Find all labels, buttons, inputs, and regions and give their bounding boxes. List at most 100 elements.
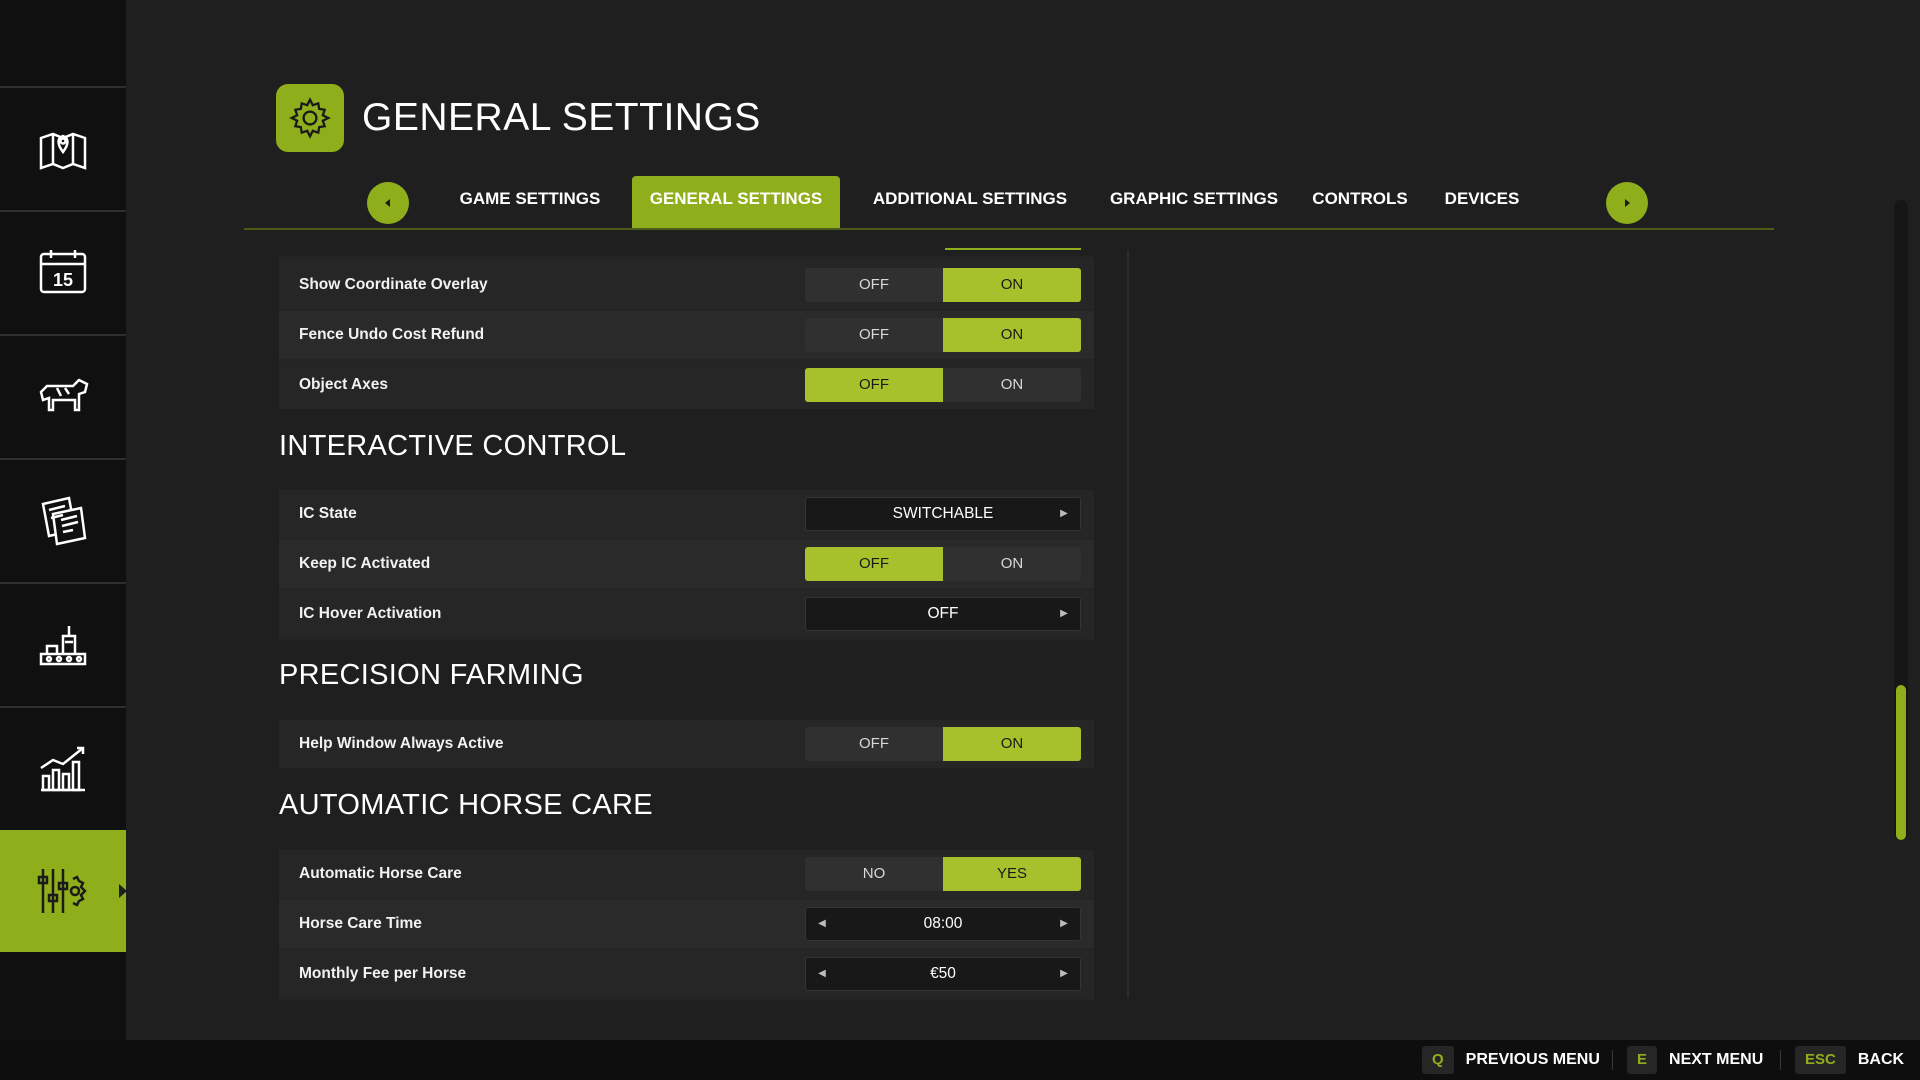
option-off[interactable]: OFF (805, 268, 943, 302)
section-title-automatic-horse-care: AUTOMATIC HORSE CARE (279, 789, 653, 821)
map-icon (39, 132, 87, 170)
arrow-right-icon[interactable]: ▶ (1052, 598, 1076, 630)
row-monthly-fee-per-horse: Monthly Fee per Horse ◀ €50 ▶ (279, 950, 1094, 998)
row-label: Help Window Always Active (299, 735, 504, 752)
row-help-window-always-active: Help Window Always Active OFF ON (279, 720, 1094, 768)
row-label: IC State (299, 505, 357, 522)
sidebar-item-calendar[interactable]: 15 (0, 210, 126, 332)
cow-icon (39, 378, 89, 412)
option-on[interactable]: ON (943, 727, 1081, 761)
sidebar: 15 (0, 0, 127, 1040)
tab-game-settings[interactable]: GAME SETTINGS (450, 176, 610, 228)
hint-previous-menu[interactable]: Q PREVIOUS MENU (1422, 1040, 1600, 1080)
selector-value: €50 (930, 965, 956, 982)
hint-separator (1780, 1050, 1781, 1070)
row-fence-undo-cost-refund: Fence Undo Cost Refund OFF ON (279, 311, 1094, 359)
row-label: Horse Care Time (299, 915, 422, 932)
row-label: Keep IC Activated (299, 555, 431, 572)
row-object-axes: Object Axes OFF ON (279, 361, 1094, 409)
option-off[interactable]: OFF (805, 368, 943, 402)
tab-prev-button[interactable] (367, 182, 409, 224)
arrow-right-icon[interactable]: ▶ (1052, 908, 1076, 940)
selector-value: OFF (927, 605, 959, 622)
tab-devices[interactable]: DEVICES (1440, 176, 1524, 228)
row-label: Fence Undo Cost Refund (299, 326, 485, 343)
sidebar-item-settings[interactable] (0, 830, 127, 952)
selector-horse-care-time[interactable]: ◀ 08:00 ▶ (805, 907, 1081, 941)
row-label: IC Hover Activation (299, 605, 442, 622)
calendar-badge: 15 (53, 270, 73, 290)
option-off[interactable]: OFF (805, 547, 943, 581)
toggle-automatic-horse-care[interactable]: NO YES (805, 857, 1081, 891)
documents-icon (41, 496, 87, 546)
chevron-left-icon (385, 199, 390, 207)
hint-separator (1612, 1050, 1613, 1070)
option-no[interactable]: NO (805, 857, 943, 891)
row-ic-hover-activation: IC Hover Activation OFF ▶ (279, 590, 1094, 638)
option-on[interactable]: ON (943, 368, 1081, 402)
selector-ic-state[interactable]: SWITCHABLE ▶ (805, 497, 1081, 531)
hint-label: PREVIOUS MENU (1465, 1051, 1600, 1068)
tab-additional-settings[interactable]: ADDITIONAL SETTINGS (862, 176, 1078, 228)
hint-label: NEXT MENU (1669, 1051, 1764, 1068)
toggle-show-coordinate-overlay[interactable]: OFF ON (805, 268, 1081, 302)
arrow-left-icon[interactable]: ◀ (810, 958, 834, 990)
row-show-coordinate-overlay: Show Coordinate Overlay OFF ON (279, 261, 1094, 309)
row-automatic-horse-care: Automatic Horse Care NO YES (279, 850, 1094, 898)
scrollbar-thumb[interactable] (1896, 685, 1906, 840)
arrow-right-icon[interactable]: ▶ (1052, 498, 1076, 530)
row-label: Automatic Horse Care (299, 865, 462, 882)
hint-next-menu[interactable]: E NEXT MENU (1627, 1040, 1763, 1080)
sidebar-item-map[interactable] (0, 86, 126, 208)
selector-value: 08:00 (923, 915, 963, 932)
selector-value: SWITCHABLE (892, 505, 994, 522)
row-label: Monthly Fee per Horse (299, 965, 467, 982)
gear-icon (289, 97, 331, 139)
panel-divider (1127, 250, 1129, 998)
toggle-help-window-always-active[interactable]: OFF ON (805, 727, 1081, 761)
row-label: Show Coordinate Overlay (299, 276, 488, 293)
tab-controls[interactable]: CONTROLS (1310, 176, 1410, 228)
option-yes[interactable]: YES (943, 857, 1081, 891)
toggle-fence-undo-cost-refund[interactable]: OFF ON (805, 318, 1081, 352)
option-on[interactable]: ON (943, 318, 1081, 352)
key-q: Q (1422, 1046, 1454, 1074)
section-title-precision-farming: PRECISION FARMING (279, 659, 584, 691)
header-settings-icon (276, 84, 344, 152)
sidebar-item-contracts[interactable] (0, 458, 126, 580)
option-off[interactable]: OFF (805, 727, 943, 761)
key-e: E (1627, 1046, 1658, 1074)
page-title: GENERAL SETTINGS (362, 96, 761, 139)
scrolled-row-remnant (945, 246, 1081, 250)
tab-general-settings[interactable]: GENERAL SETTINGS (632, 176, 840, 228)
production-icon (39, 626, 87, 666)
hint-label: BACK (1857, 1051, 1905, 1068)
tab-graphic-settings[interactable]: GRAPHIC SETTINGS (1108, 176, 1280, 228)
row-label: Object Axes (299, 376, 389, 393)
selector-monthly-fee-per-horse[interactable]: ◀ €50 ▶ (805, 957, 1081, 991)
selector-ic-hover-activation[interactable]: OFF ▶ (805, 597, 1081, 631)
settings-list: Show Coordinate Overlay OFF ON Fence Und… (279, 246, 1094, 1006)
sidebar-item-animals[interactable] (0, 334, 126, 456)
bottom-hint-bar: Q PREVIOUS MENU E NEXT MENU ESC BACK (0, 1040, 1920, 1080)
row-ic-state: IC State SWITCHABLE ▶ (279, 490, 1094, 538)
chart-icon (40, 746, 85, 792)
settings-sliders-icon (37, 869, 87, 913)
calendar-icon: 15 (39, 250, 87, 294)
row-horse-care-time: Horse Care Time ◀ 08:00 ▶ (279, 900, 1094, 948)
toggle-keep-ic-activated[interactable]: OFF ON (805, 547, 1081, 581)
toggle-object-axes[interactable]: OFF ON (805, 368, 1081, 402)
sidebar-item-production[interactable] (0, 582, 126, 704)
tab-bar: GAME SETTINGS GENERAL SETTINGS ADDITIONA… (244, 176, 1774, 230)
arrow-left-icon[interactable]: ◀ (810, 908, 834, 940)
section-title-interactive-control: INTERACTIVE CONTROL (279, 430, 627, 462)
sidebar-item-statistics[interactable] (0, 706, 126, 828)
option-on[interactable]: ON (943, 547, 1081, 581)
row-keep-ic-activated: Keep IC Activated OFF ON (279, 540, 1094, 588)
chevron-right-icon (1625, 199, 1630, 207)
option-off[interactable]: OFF (805, 318, 943, 352)
option-on[interactable]: ON (943, 268, 1081, 302)
arrow-right-icon[interactable]: ▶ (1052, 958, 1076, 990)
hint-back[interactable]: ESC BACK (1795, 1040, 1904, 1080)
tab-next-button[interactable] (1606, 182, 1648, 224)
